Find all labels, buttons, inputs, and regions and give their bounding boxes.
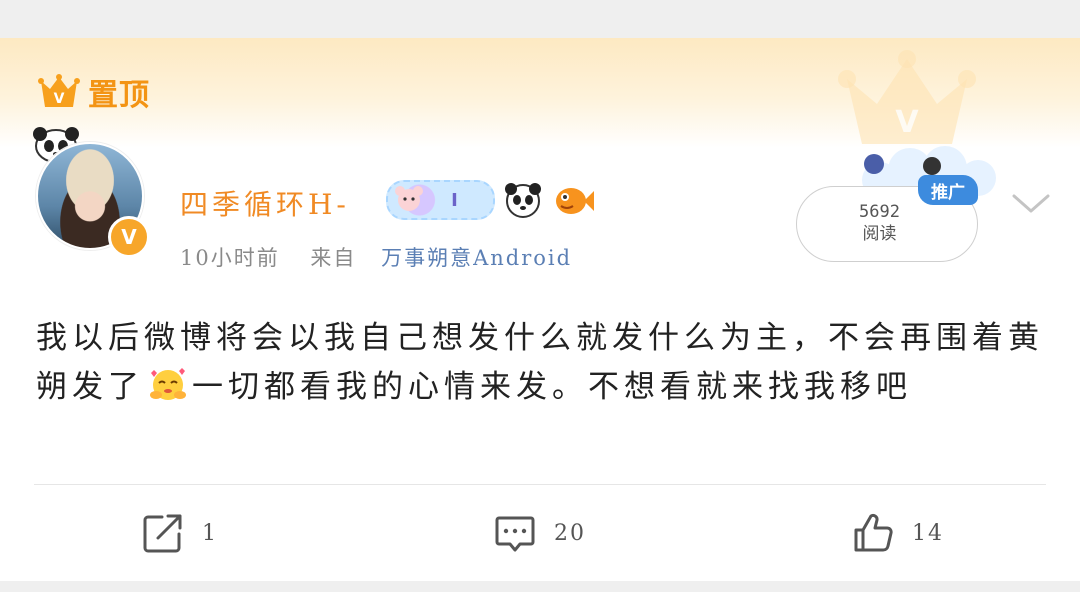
read-count: 5692 阅读 bbox=[859, 201, 900, 245]
fish-badge-icon[interactable] bbox=[551, 181, 595, 219]
weibo-post-card: V 置顶 V V 四季循环H- I 10小时前 来自 万事朔意Android 5… bbox=[0, 38, 1080, 581]
verified-badge: V bbox=[108, 216, 150, 258]
svg-text:V: V bbox=[895, 105, 919, 140]
bear-icon bbox=[395, 186, 423, 211]
post-text-part-2: 一切都看我的心情来发。不想看就来找我移吧 bbox=[192, 369, 912, 405]
repost-count: 1 bbox=[202, 520, 218, 546]
pinned-indicator: V 置顶 bbox=[38, 70, 150, 114]
member-badge-text: I bbox=[451, 189, 458, 211]
member-badge[interactable]: I bbox=[386, 180, 495, 220]
source-link[interactable]: 万事朔意Android bbox=[381, 246, 572, 270]
promo-tag: 推广 bbox=[918, 175, 978, 205]
like-button[interactable]: 14 bbox=[852, 512, 944, 554]
avatar-container[interactable]: V bbox=[28, 120, 153, 258]
thumbs-up-icon bbox=[854, 513, 893, 552]
post-time: 10小时前 bbox=[180, 246, 280, 270]
pinned-banner: V 置顶 V bbox=[0, 38, 1080, 148]
comment-icon bbox=[495, 516, 535, 552]
chevron-down-icon[interactable] bbox=[1010, 190, 1052, 216]
user-badges: I bbox=[386, 180, 595, 220]
v-crown-icon: V bbox=[38, 74, 80, 107]
svg-text:V: V bbox=[54, 91, 65, 107]
repost-button[interactable]: 1 bbox=[142, 512, 218, 554]
post-body: 我以后微博将会以我自己想发什么就发什么为主，不会再围着黄朔发了 一切都看我的心情… bbox=[36, 314, 1046, 412]
pinned-label: 置顶 bbox=[88, 78, 150, 113]
comment-count: 20 bbox=[554, 520, 586, 546]
action-divider bbox=[34, 484, 1046, 485]
username[interactable]: 四季循环H- bbox=[180, 183, 350, 223]
repost-icon bbox=[143, 514, 182, 553]
read-count-label: 阅读 bbox=[862, 224, 897, 244]
like-count: 14 bbox=[912, 520, 944, 546]
from-label: 来自 bbox=[310, 246, 357, 270]
read-count-value: 5692 bbox=[859, 202, 900, 222]
panda-badge-icon[interactable] bbox=[503, 181, 543, 219]
post-meta: 10小时前 来自 万事朔意Android bbox=[180, 242, 572, 272]
bottom-separator bbox=[0, 581, 1080, 592]
crown-watermark-icon: V bbox=[838, 50, 976, 144]
hug-emoji-icon bbox=[150, 368, 186, 400]
comment-button[interactable]: 20 bbox=[494, 512, 586, 554]
